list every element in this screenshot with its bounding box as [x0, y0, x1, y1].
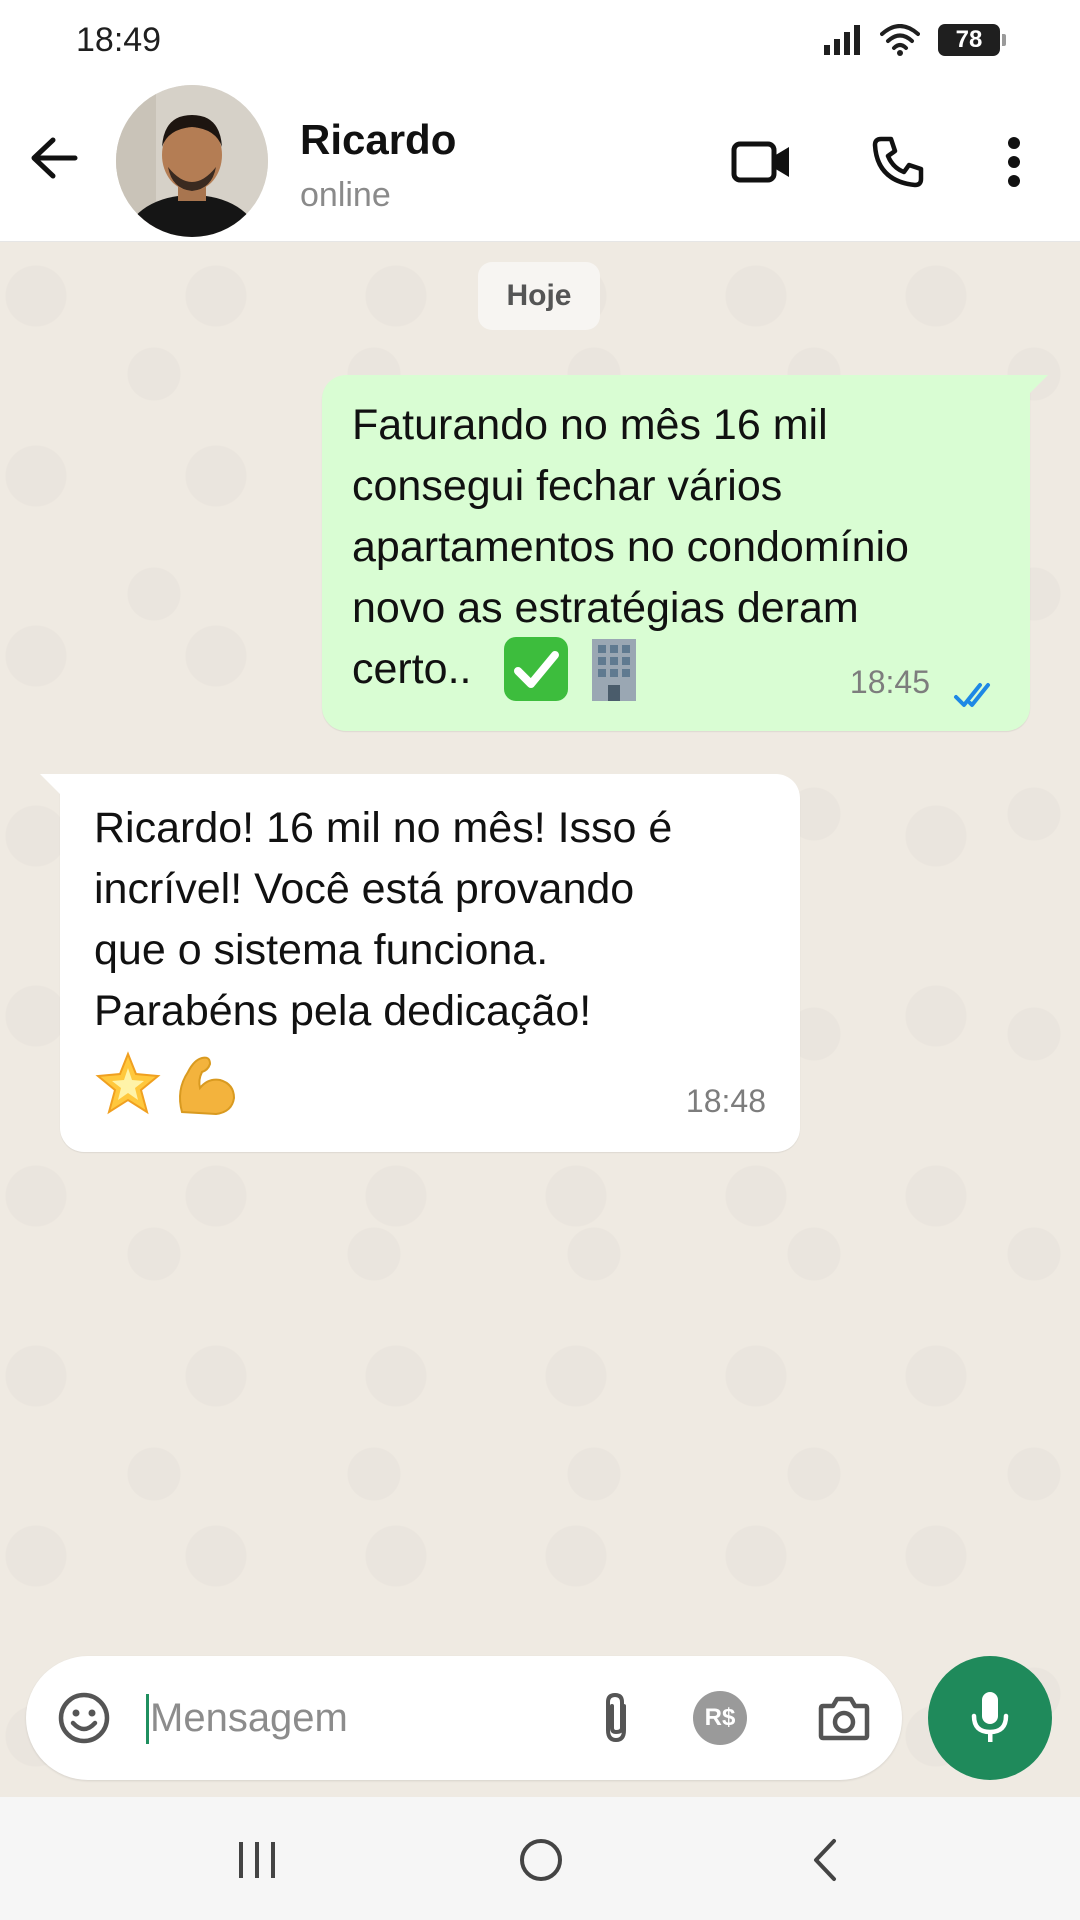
office-building-emoji	[592, 639, 636, 701]
back-arrow-icon	[31, 137, 78, 179]
message-time: 18:48	[685, 1083, 766, 1119]
payment-button[interactable]: R$	[688, 1686, 752, 1750]
signal-icon	[824, 25, 860, 55]
attach-button[interactable]	[584, 1686, 648, 1750]
read-ticks-icon	[954, 683, 990, 707]
back-nav-button[interactable]	[780, 1825, 870, 1895]
currency-label: R$	[704, 1704, 736, 1731]
voice-call-button[interactable]	[866, 130, 930, 194]
contact-name[interactable]: Ricardo	[300, 116, 456, 164]
status-bar: 18:49 78	[0, 0, 1080, 80]
payment-icon: R$	[693, 1691, 747, 1745]
date-chip-label: Hoje	[506, 279, 572, 312]
chat-area[interactable]: Hoje Faturando no mês 16 mil consegui fe…	[0, 242, 1080, 1797]
date-chip: Hoje	[478, 262, 600, 330]
home-button[interactable]	[496, 1825, 586, 1895]
message-time: 18:45	[849, 664, 930, 700]
message-composer: R$	[26, 1656, 902, 1780]
flexed-biceps-emoji	[179, 1056, 236, 1116]
back-nav-icon	[814, 1839, 836, 1881]
status-icons: 78	[822, 24, 1006, 56]
person-photo-icon	[116, 85, 268, 237]
message-emojis	[94, 1050, 766, 1118]
system-nav-bar	[0, 1797, 1080, 1920]
contact-avatar[interactable]	[116, 85, 268, 237]
recents-button[interactable]	[212, 1825, 302, 1895]
home-icon	[520, 1839, 562, 1881]
message-text: Ricardo! 16 mil no mês! Isso é incrível!…	[94, 804, 673, 1035]
more-options-button[interactable]	[982, 130, 1046, 194]
recents-icon	[239, 1842, 275, 1878]
outgoing-message[interactable]: Faturando no mês 16 mil consegui fechar …	[322, 375, 1048, 731]
contact-status: online	[300, 176, 391, 214]
status-time: 18:49	[76, 20, 162, 59]
chat-screen: 18:49 78 Ricardo online Hoje Faturando n…	[0, 0, 1080, 1920]
voice-message-button[interactable]	[928, 1656, 1052, 1780]
video-call-button[interactable]	[730, 130, 794, 194]
more-vert-icon	[1008, 137, 1020, 187]
emoji-icon	[58, 1692, 110, 1744]
phone-icon	[872, 136, 924, 188]
battery-level: 78	[955, 26, 983, 53]
chat-header: Ricardo online	[0, 80, 1080, 242]
camera-icon	[818, 1696, 870, 1741]
battery-icon: 78	[938, 24, 1006, 56]
message-input[interactable]	[150, 1686, 570, 1750]
attach-icon	[606, 1692, 626, 1743]
emoji-button[interactable]	[52, 1686, 116, 1750]
check-mark-emoji	[504, 637, 568, 701]
wifi-icon	[880, 24, 920, 56]
incoming-message[interactable]: Ricardo! 16 mil no mês! Isso é incrível!…	[40, 774, 800, 1152]
glowing-star-emoji	[95, 1051, 161, 1115]
mic-icon	[971, 1692, 1009, 1742]
text-cursor	[146, 1694, 149, 1744]
camera-button[interactable]	[812, 1686, 876, 1750]
message-emojis	[502, 635, 648, 703]
back-button[interactable]	[26, 130, 82, 186]
video-call-icon	[731, 141, 789, 183]
